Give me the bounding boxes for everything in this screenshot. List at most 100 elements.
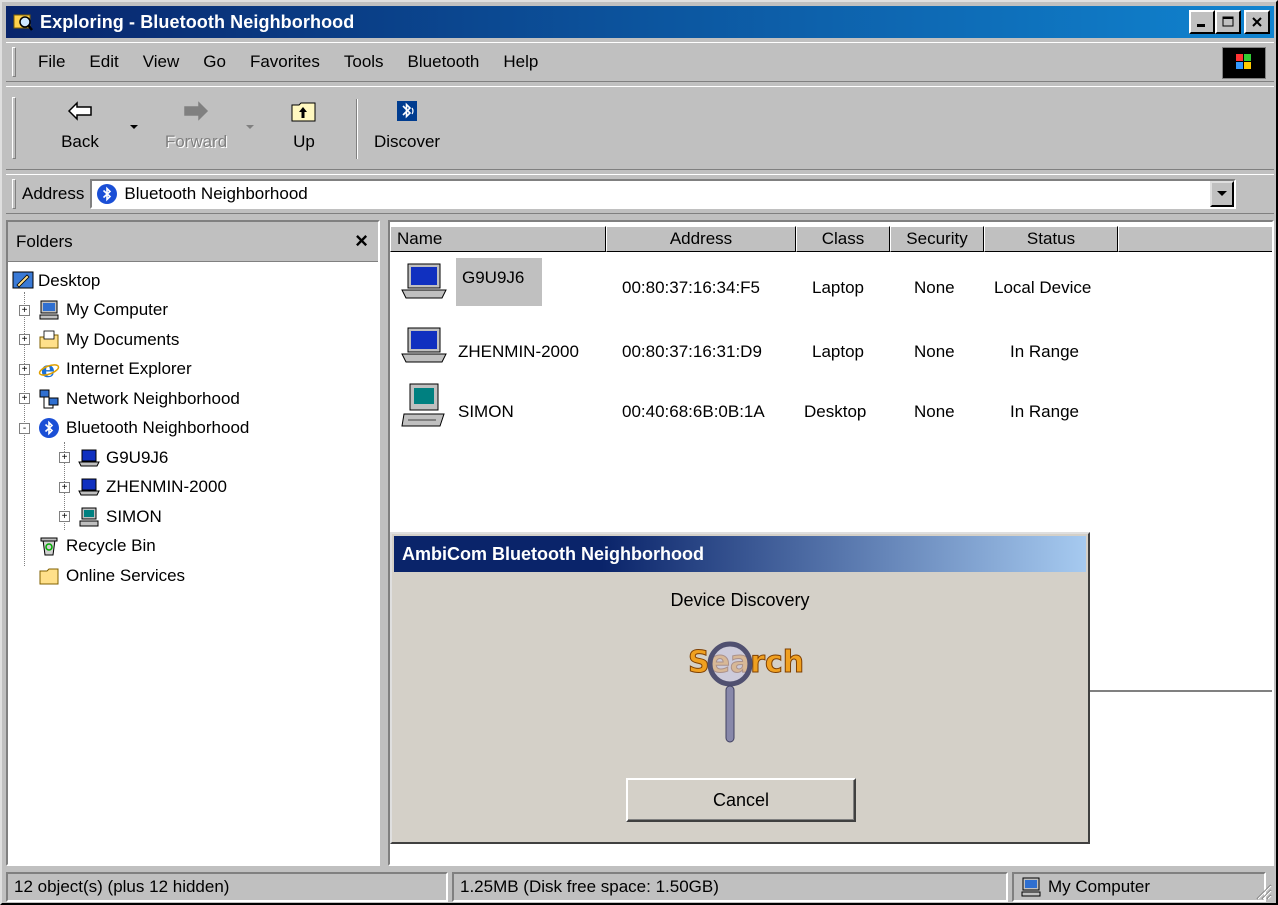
tree-label: SIMON	[106, 506, 162, 526]
close-button[interactable]	[1244, 10, 1270, 34]
tree-item-network-neighborhood[interactable]: + Network Neighborhood	[8, 384, 378, 414]
device-row[interactable]: ZHENMIN-2000 00:80:37:16:31:D9 Laptop No…	[400, 322, 1260, 378]
forward-button: Forward	[158, 99, 234, 152]
network-icon	[38, 388, 60, 410]
up-folder-icon	[291, 102, 316, 122]
address-input[interactable]: Bluetooth Neighborhood	[90, 179, 1237, 209]
resize-grip-icon[interactable]	[1254, 882, 1272, 900]
laptop-icon	[78, 447, 100, 469]
search-magnifier-icon: Search	[688, 641, 805, 743]
tree-expander-plus[interactable]: +	[19, 334, 30, 346]
cancel-button[interactable]: Cancel	[626, 778, 856, 822]
bluetooth-icon	[97, 184, 118, 204]
menu-tools[interactable]: Tools	[332, 52, 396, 72]
exploring-icon	[12, 11, 34, 33]
column-header-status[interactable]: Status	[984, 226, 1118, 252]
menu-go[interactable]: Go	[191, 52, 238, 72]
desktop-computer-icon	[400, 382, 448, 437]
tree-label: ZHENMIN-2000	[106, 477, 227, 497]
tree-item-desktop[interactable]: Desktop	[8, 266, 378, 296]
tree-item-simon[interactable]: + SIMON	[8, 502, 378, 532]
column-header-security[interactable]: Security	[890, 226, 984, 252]
column-header-filler	[1118, 226, 1272, 252]
address-label: Address	[22, 184, 85, 203]
my-documents-icon	[38, 329, 60, 351]
tree-item-zhenmin-2000[interactable]: + ZHENMIN-2000	[8, 473, 378, 503]
tree-label: My Computer	[66, 300, 169, 320]
menu-view[interactable]: View	[131, 52, 192, 72]
menu-favorites[interactable]: Favorites	[238, 52, 332, 72]
tree-expander-plus[interactable]: +	[59, 452, 70, 464]
forward-dropdown-arrow	[246, 125, 254, 129]
laptop-icon	[400, 262, 448, 307]
status-zone: My Computer	[1012, 872, 1266, 902]
tree-item-my-documents[interactable]: + My Documents	[8, 325, 378, 355]
discover-button[interactable]: Discover	[364, 99, 450, 152]
tree-item-internet-explorer[interactable]: + e Internet Explorer	[8, 355, 378, 385]
windows-logo-icon	[1222, 47, 1266, 79]
laptop-icon	[400, 326, 448, 371]
desktop-computer-icon	[78, 506, 100, 528]
back-button[interactable]: Back	[54, 99, 106, 152]
device-security: None	[914, 402, 955, 421]
tree-expander-plus[interactable]: +	[59, 511, 70, 523]
tree-item-online-services[interactable]: Online Services	[8, 561, 378, 591]
tree-expander-plus[interactable]: +	[59, 481, 70, 493]
tree-label: Internet Explorer	[66, 359, 192, 379]
menu-help[interactable]: Help	[491, 52, 550, 72]
tree-expander-plus[interactable]: +	[19, 363, 30, 375]
menubar-grip[interactable]	[12, 47, 16, 77]
column-header-class[interactable]: Class	[796, 226, 890, 252]
up-label: Up	[293, 132, 315, 151]
tree-label: Recycle Bin	[66, 536, 156, 556]
dialog-title: AmbiCom Bluetooth Neighborhood	[402, 543, 704, 564]
folders-pane: Folders × Desktop + My Computer + My Doc…	[6, 220, 380, 866]
maximize-icon	[1222, 16, 1234, 27]
dialog-title-bar[interactable]: AmbiCom Bluetooth Neighborhood	[394, 536, 1086, 572]
tree-expander-plus[interactable]: +	[19, 304, 30, 316]
device-class: Laptop	[812, 278, 864, 297]
folder-icon	[38, 565, 60, 587]
tree-item-recycle-bin[interactable]: Recycle Bin	[8, 532, 378, 562]
forward-arrow-icon	[184, 101, 209, 121]
chevron-down-icon	[1217, 191, 1228, 196]
tree-item-my-computer[interactable]: + My Computer	[8, 296, 378, 326]
device-discovery-dialog: AmbiCom Bluetooth Neighborhood Device Di…	[390, 532, 1090, 844]
device-name: G9U9J6	[456, 258, 542, 306]
menu-file[interactable]: File	[26, 52, 77, 72]
status-object-count: 12 object(s) (plus 12 hidden)	[6, 872, 448, 902]
menu-edit[interactable]: Edit	[77, 52, 130, 72]
dialog-message: Device Discovery	[670, 590, 810, 610]
addressbar-grip[interactable]	[12, 179, 16, 209]
toolbar-grip[interactable]	[12, 97, 16, 159]
device-status: In Range	[1010, 402, 1079, 421]
device-class: Desktop	[804, 402, 867, 421]
address-dropdown-button[interactable]	[1210, 181, 1235, 207]
menu-bluetooth[interactable]: Bluetooth	[396, 52, 492, 72]
tree-expander-minus[interactable]: -	[19, 422, 30, 434]
minimize-icon	[1197, 24, 1205, 27]
device-security: None	[914, 278, 955, 297]
forward-label: Forward	[164, 132, 228, 151]
back-dropdown-arrow[interactable]	[130, 125, 138, 129]
tree-item-bluetooth-neighborhood[interactable]: - Bluetooth Neighborhood	[8, 414, 378, 444]
device-row[interactable]: SIMON 00:40:68:6B:0B:1A Desktop None In …	[400, 382, 1260, 438]
maximize-button[interactable]	[1215, 10, 1241, 34]
up-button[interactable]: Up	[282, 99, 326, 152]
minimize-button[interactable]	[1189, 10, 1215, 34]
device-address: 00:80:37:16:34:F5	[622, 278, 761, 297]
folders-close-button[interactable]: ×	[355, 230, 368, 252]
tree-expander-plus[interactable]: +	[19, 393, 30, 405]
bluetooth-discover-icon	[397, 101, 417, 121]
title-bar[interactable]: Exploring - Bluetooth Neighborhood	[6, 6, 1274, 38]
device-status: In Range	[1010, 342, 1079, 361]
column-header-name[interactable]: Name	[390, 226, 606, 252]
tree-label: Desktop	[38, 270, 101, 290]
close-icon	[1252, 17, 1262, 27]
column-header-address[interactable]: Address	[606, 226, 796, 252]
back-arrow-icon	[67, 101, 92, 121]
tree-item-g9u9j6[interactable]: + G9U9J6	[8, 443, 378, 473]
device-row[interactable]: G9U9J6 00:80:37:16:34:F5 Laptop None Loc…	[400, 258, 1260, 314]
discover-label: Discover	[373, 132, 441, 151]
folder-tree: Desktop + My Computer + My Documents + e	[8, 266, 378, 591]
